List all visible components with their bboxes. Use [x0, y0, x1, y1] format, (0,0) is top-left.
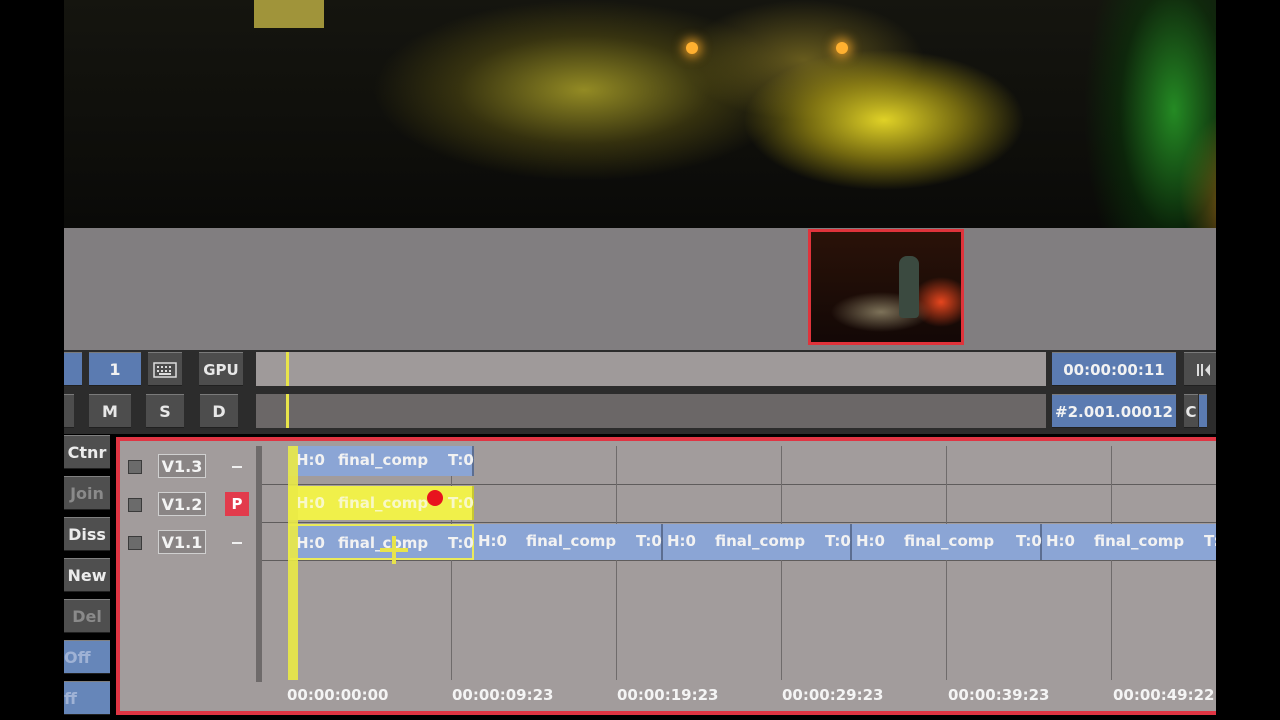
- mode-button[interactable]: [64, 352, 82, 386]
- track-v12-priority-badge[interactable]: P: [225, 492, 249, 516]
- grid-line: [946, 446, 947, 680]
- scrub-playhead-secondary[interactable]: [286, 394, 289, 428]
- clip-tail: T:0: [448, 451, 474, 469]
- track-v13-indicator[interactable]: [232, 466, 242, 468]
- ruler-timecode: 00:00:29:23: [782, 686, 884, 704]
- video-viewer: [64, 0, 1216, 228]
- off-button[interactable]: Off: [64, 640, 110, 674]
- s-button[interactable]: S: [146, 394, 184, 428]
- del-button[interactable]: Del: [64, 599, 110, 633]
- crosshair-cursor-icon: [380, 536, 408, 564]
- track-separator: [262, 484, 1216, 485]
- clip-tail: T:0: [1204, 532, 1216, 550]
- clip-tail: T:0: [825, 532, 851, 550]
- clip-strip: [64, 228, 1216, 350]
- clip-head: H:0: [296, 494, 325, 512]
- clip-v11[interactable]: H:0 final_comp T:0: [1042, 524, 1216, 560]
- clip-v11[interactable]: H:0 final_comp T:0: [663, 524, 852, 560]
- timeline-playhead[interactable]: [288, 446, 298, 680]
- c-button[interactable]: C: [1184, 394, 1198, 428]
- new-button[interactable]: New: [64, 558, 110, 592]
- track-v11-label[interactable]: V1.1: [158, 530, 206, 554]
- track-divider: [256, 446, 262, 682]
- timeline-panel: [116, 437, 1216, 715]
- clip-v11[interactable]: H:0 final_comp T:0: [852, 524, 1042, 560]
- scrub-playhead[interactable]: [286, 352, 289, 386]
- scrub-bar-secondary[interactable]: [256, 394, 1046, 428]
- playback-button[interactable]: [1184, 352, 1216, 386]
- ff-button[interactable]: ff: [64, 681, 110, 715]
- track-v12-checkbox[interactable]: [128, 498, 142, 512]
- clip-thumbnail[interactable]: [808, 229, 964, 345]
- grid-line: [616, 446, 617, 680]
- diss-button[interactable]: Diss: [64, 517, 110, 551]
- clip-tail: T:0: [636, 532, 662, 550]
- track-v11-indicator[interactable]: [232, 542, 242, 544]
- clip-head: H:0: [667, 532, 696, 550]
- pause-icon: [1197, 364, 1210, 376]
- clip-head: H:0: [1046, 532, 1075, 550]
- clip-head: H:0: [296, 451, 325, 469]
- join-button[interactable]: Join: [64, 476, 110, 510]
- grid-line: [1111, 446, 1112, 680]
- viewer-sign-shape: [254, 0, 324, 28]
- clip-v11[interactable]: H:0 final_comp T:0: [474, 524, 663, 560]
- keyboard-icon-button[interactable]: [148, 352, 182, 386]
- clip-head: H:0: [296, 534, 325, 552]
- viewer-light: [836, 42, 848, 54]
- clip-head: H:0: [478, 532, 507, 550]
- clip-tail: T:0: [448, 494, 474, 512]
- ruler-timecode: 00:00:19:23: [617, 686, 719, 704]
- clip-name: final_comp: [338, 451, 429, 469]
- viewer-light: [686, 42, 698, 54]
- track-v11-checkbox[interactable]: [128, 536, 142, 550]
- clip-head: H:0: [856, 532, 885, 550]
- thumbnail-figure: [899, 256, 919, 318]
- frame-id-field[interactable]: #2.001.00012: [1052, 394, 1176, 428]
- clip-v13[interactable]: H:0 final_comp T:0: [288, 446, 474, 476]
- record-dot-icon: [427, 490, 443, 506]
- track-v13-checkbox[interactable]: [128, 460, 142, 474]
- timecode-field[interactable]: 00:00:00:11: [1052, 352, 1176, 386]
- clip-name: final_comp: [526, 532, 617, 550]
- scrub-bar[interactable]: [256, 352, 1046, 386]
- ruler-timecode: 00:00:39:23: [948, 686, 1050, 704]
- keyboard-icon: [153, 362, 177, 378]
- clip-tail: T:0: [448, 534, 474, 552]
- clip-v12-selected[interactable]: H:0 final_comp T:0: [288, 486, 474, 520]
- edge-button[interactable]: [64, 394, 74, 428]
- clip-tail: T:0: [1016, 532, 1042, 550]
- clip-name: final_comp: [338, 494, 429, 512]
- d-button[interactable]: D: [200, 394, 238, 428]
- clip-name: final_comp: [904, 532, 995, 550]
- ruler-timecode: 00:00:09:23: [452, 686, 554, 704]
- m-button[interactable]: M: [89, 394, 131, 428]
- ruler-timecode: 00:00:00:00: [287, 686, 389, 704]
- grid-line: [451, 446, 452, 680]
- layer-button[interactable]: 1: [89, 352, 141, 386]
- ctnr-button[interactable]: Ctnr: [64, 435, 110, 469]
- clip-name: final_comp: [715, 532, 806, 550]
- track-separator: [262, 522, 1216, 523]
- grid-line: [781, 446, 782, 680]
- clip-name: final_comp: [1094, 532, 1185, 550]
- track-v13-label[interactable]: V1.3: [158, 454, 206, 478]
- gpu-button[interactable]: GPU: [199, 352, 243, 386]
- ruler-timecode: 00:00:49:22: [1113, 686, 1215, 704]
- track-v12-label[interactable]: V1.2: [158, 492, 206, 516]
- c-indicator: [1199, 394, 1207, 428]
